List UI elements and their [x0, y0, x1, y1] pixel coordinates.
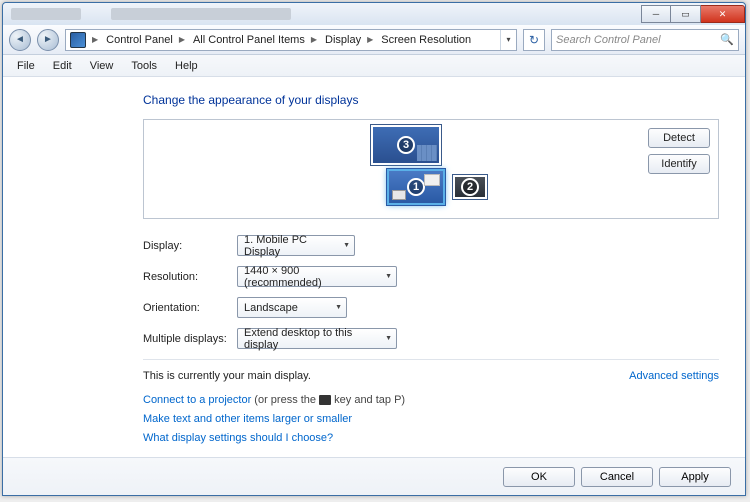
navigation-bar: ◄ ► ▶ Control Panel▶ All Control Panel I…	[3, 25, 745, 55]
monitor-3[interactable]: 3	[371, 125, 441, 165]
breadcrumb-segment[interactable]: Screen Resolution	[375, 30, 475, 50]
control-panel-icon	[70, 32, 86, 48]
orientation-label: Orientation:	[143, 302, 237, 314]
titlebar: ─ ▭ ✕	[3, 3, 745, 25]
identify-button[interactable]: Identify	[648, 154, 710, 174]
multiple-displays-select[interactable]: Extend desktop to this display	[237, 328, 397, 349]
display-label: Display:	[143, 240, 237, 252]
detect-button[interactable]: Detect	[648, 128, 710, 148]
display-select[interactable]: 1. Mobile PC Display	[237, 235, 355, 256]
menu-view[interactable]: View	[82, 58, 122, 74]
maximize-button[interactable]: ▭	[671, 5, 701, 23]
breadcrumb-segment[interactable]: All Control Panel Items	[187, 30, 309, 50]
orientation-select[interactable]: Landscape	[237, 297, 347, 318]
close-button[interactable]: ✕	[701, 5, 745, 23]
breadcrumb-segment[interactable]: Display	[319, 30, 365, 50]
monitor-1-selected[interactable]: 1	[387, 169, 445, 205]
breadcrumb-segment[interactable]: Control Panel	[100, 30, 177, 50]
windows-key-icon	[319, 395, 331, 405]
menu-file[interactable]: File	[9, 58, 43, 74]
multiple-displays-label: Multiple displays:	[143, 333, 237, 345]
content-area: Change the appearance of your displays D…	[3, 77, 745, 457]
ok-button[interactable]: OK	[503, 467, 575, 487]
search-input[interactable]: Search Control Panel 🔍	[551, 29, 739, 51]
forward-button[interactable]: ►	[37, 29, 59, 51]
resolution-select[interactable]: 1440 × 900 (recommended)	[237, 266, 397, 287]
which-settings-link[interactable]: What display settings should I choose?	[143, 432, 333, 444]
address-dropdown[interactable]: ▾	[500, 30, 516, 50]
monitor-2[interactable]: 2	[453, 175, 487, 199]
address-bar[interactable]: ▶ Control Panel▶ All Control Panel Items…	[65, 29, 517, 51]
menu-bar: File Edit View Tools Help	[3, 55, 745, 77]
minimize-button[interactable]: ─	[641, 5, 671, 23]
back-button[interactable]: ◄	[9, 29, 31, 51]
projector-hint-pre: (or press the	[251, 394, 319, 406]
menu-tools[interactable]: Tools	[123, 58, 165, 74]
text-size-link[interactable]: Make text and other items larger or smal…	[143, 413, 352, 425]
advanced-settings-link[interactable]: Advanced settings	[629, 370, 719, 382]
footer-bar: OK Cancel Apply	[3, 457, 745, 495]
menu-help[interactable]: Help	[167, 58, 206, 74]
refresh-button[interactable]: ↻	[523, 29, 545, 51]
display-arrangement-box[interactable]: Detect Identify 3 1 2	[143, 119, 719, 219]
cancel-button[interactable]: Cancel	[581, 467, 653, 487]
resolution-label: Resolution:	[143, 271, 237, 283]
main-display-status: This is currently your main display.	[143, 370, 311, 382]
apply-button[interactable]: Apply	[659, 467, 731, 487]
connect-projector-link[interactable]: Connect to a projector	[143, 394, 251, 406]
projector-hint-post: key and tap P)	[331, 394, 405, 406]
search-icon: 🔍	[720, 33, 734, 46]
search-placeholder: Search Control Panel	[556, 34, 661, 46]
menu-edit[interactable]: Edit	[45, 58, 80, 74]
window-frame: ─ ▭ ✕ ◄ ► ▶ Control Panel▶ All Control P…	[2, 2, 746, 496]
page-title: Change the appearance of your displays	[143, 93, 719, 107]
